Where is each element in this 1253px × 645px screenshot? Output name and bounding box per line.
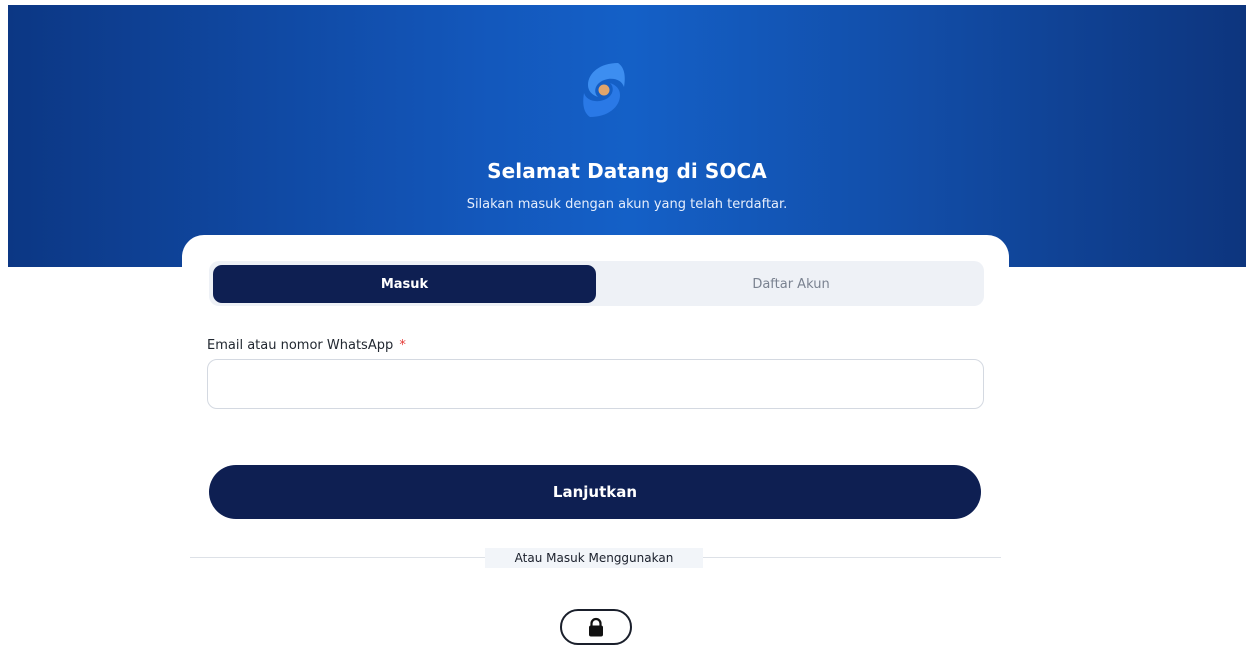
welcome-header: Selamat Datang di SOCA Silakan masuk den… xyxy=(8,5,1246,267)
required-marker: * xyxy=(399,338,406,353)
email-label-text: Email atau nomor WhatsApp xyxy=(207,338,394,353)
auth-tabs: Masuk Daftar Akun xyxy=(209,261,984,306)
soca-logo-icon xyxy=(583,63,625,117)
page-subtitle: Silakan masuk dengan akun yang telah ter… xyxy=(466,197,788,212)
login-card: Masuk Daftar Akun Email atau nomor Whats… xyxy=(182,235,1009,645)
email-field-label: Email atau nomor WhatsApp * xyxy=(207,338,406,353)
tab-daftar-akun[interactable]: Daftar Akun xyxy=(601,265,981,303)
email-input[interactable] xyxy=(207,359,984,409)
alternative-login-label: Atau Masuk Menggunakan xyxy=(485,548,703,568)
continue-button[interactable]: Lanjutkan xyxy=(209,465,981,519)
tab-masuk[interactable]: Masuk xyxy=(213,265,596,303)
page-title: Selamat Datang di SOCA xyxy=(487,159,767,183)
lock-icon xyxy=(589,617,603,637)
login-page: Selamat Datang di SOCA Silakan masuk den… xyxy=(0,0,1253,645)
sso-login-button[interactable] xyxy=(560,609,632,645)
